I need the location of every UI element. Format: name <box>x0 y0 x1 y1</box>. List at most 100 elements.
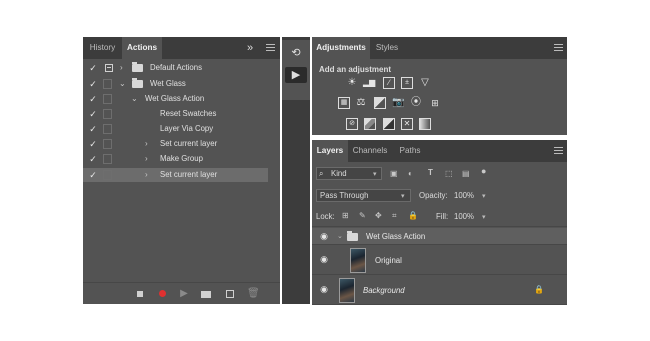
curves-icon[interactable]: ∕ <box>383 77 395 89</box>
layer-row-group[interactable]: ◉ ⌄ Wet Glass Action <box>312 228 567 245</box>
layer-row-background[interactable]: ◉ Background 🔒 <box>312 276 567 305</box>
adjustment-filter-icon[interactable]: ◐ <box>408 169 413 178</box>
check-icon[interactable]: ✓ <box>88 122 98 136</box>
folder-icon <box>132 78 143 88</box>
lock-image-icon[interactable]: ✎ <box>359 211 366 220</box>
type-filter-icon[interactable]: T <box>428 168 433 177</box>
new-action-icon[interactable] <box>224 288 236 300</box>
adjustments-panel: Adjustments Styles Add an adjustment ☀ ▂… <box>312 37 567 135</box>
panel-menu-icon[interactable] <box>266 44 275 51</box>
stop-icon[interactable] <box>136 288 144 300</box>
trash-icon[interactable]: 🗑 <box>247 288 260 300</box>
tab-actions[interactable]: Actions <box>122 37 162 59</box>
check-icon[interactable]: ✓ <box>88 152 98 166</box>
lock-label: Lock: <box>316 212 335 221</box>
check-icon[interactable]: ✓ <box>88 137 98 151</box>
channel-mixer-icon[interactable]: ⦿ <box>410 97 422 109</box>
exposure-icon[interactable]: ± <box>401 77 413 89</box>
chevron-right-icon[interactable]: › <box>120 61 123 75</box>
layer-filter-dropdown[interactable]: ⌕ Kind ▾ <box>316 167 382 180</box>
chevron-right-icon[interactable]: › <box>145 137 148 151</box>
shape-filter-icon[interactable]: ⬚ <box>445 169 453 178</box>
history-panel-icon[interactable]: ⟲ <box>285 45 307 61</box>
brightness-contrast-icon[interactable]: ☀ <box>346 77 358 89</box>
action-label: Wet Glass <box>150 79 186 88</box>
levels-icon[interactable]: ▂▆ <box>363 77 375 89</box>
dialog-toggle-box[interactable] <box>103 154 112 164</box>
tab-styles[interactable]: Styles <box>370 37 404 59</box>
dialog-toggle-box[interactable] <box>103 170 112 180</box>
pixel-filter-icon[interactable]: ▣ <box>390 169 398 178</box>
dialog-toggle-box[interactable] <box>103 79 112 89</box>
vibrance-icon[interactable]: ▽ <box>419 77 431 89</box>
action-row-set-current-layer[interactable]: ✓ › Set current layer <box>83 137 268 151</box>
chevron-right-icon[interactable]: › <box>145 152 148 166</box>
panel-menu-icon[interactable] <box>554 44 563 51</box>
play-icon[interactable]: ▶ <box>179 288 189 300</box>
black-white-icon[interactable] <box>374 97 386 109</box>
hue-saturation-icon[interactable]: ▦ <box>338 97 350 109</box>
record-icon[interactable] <box>157 288 167 300</box>
action-row-layer-via-copy[interactable]: ✓ Layer Via Copy <box>83 122 268 136</box>
check-icon[interactable]: ✓ <box>88 92 98 106</box>
opacity-chevron-icon[interactable]: ▾ <box>482 192 486 200</box>
action-row-reset-swatches[interactable]: ✓ Reset Swatches <box>83 107 268 121</box>
dialog-toggle-icon[interactable] <box>105 64 113 72</box>
chevron-right-icon[interactable]: › <box>145 168 148 182</box>
opacity-value[interactable]: 100% <box>454 189 474 202</box>
smart-object-filter-icon[interactable]: ▤ <box>462 169 470 178</box>
action-row-make-group[interactable]: ✓ › Make Group <box>83 152 268 166</box>
posterize-icon[interactable] <box>364 118 376 130</box>
tab-layers[interactable]: Layers <box>312 140 348 162</box>
fill-value[interactable]: 100% <box>454 210 474 223</box>
lock-all-icon[interactable]: 🔒 <box>408 211 418 220</box>
layer-name: Background <box>363 286 405 295</box>
layer-row-original[interactable]: ◉ Original <box>312 246 567 275</box>
layer-thumbnail <box>350 248 366 273</box>
new-set-icon[interactable] <box>200 288 212 300</box>
selective-color-icon[interactable]: ✕ <box>401 118 413 130</box>
panel-menu-icon[interactable] <box>554 147 563 154</box>
chevron-down-icon: ▾ <box>373 171 377 178</box>
visibility-eye-icon[interactable]: ◉ <box>319 254 329 264</box>
lock-position-icon[interactable]: ✥ <box>375 211 382 220</box>
tab-history[interactable]: History <box>83 37 122 59</box>
check-icon[interactable]: ✓ <box>88 61 98 75</box>
check-icon[interactable]: ✓ <box>88 168 98 182</box>
check-icon[interactable]: ✓ <box>88 77 98 91</box>
tab-channels[interactable]: Channels <box>348 140 392 162</box>
visibility-eye-icon[interactable]: ◉ <box>319 284 329 294</box>
filter-toggle-icon[interactable]: ● <box>481 166 486 176</box>
dialog-toggle-box[interactable] <box>103 124 112 134</box>
color-lookup-icon[interactable]: ⊞ <box>429 97 441 109</box>
blend-mode-dropdown[interactable]: Pass Through ▾ <box>316 189 411 202</box>
tab-adjustments[interactable]: Adjustments <box>312 37 370 59</box>
photo-filter-icon[interactable]: 📷 <box>392 97 404 109</box>
visibility-eye-icon[interactable]: ◉ <box>319 231 329 241</box>
action-label: Make Group <box>160 154 203 163</box>
dialog-toggle-box[interactable] <box>103 94 112 104</box>
tab-paths[interactable]: Paths <box>392 140 428 162</box>
action-row-set-current-layer-selected[interactable]: ✓ › Set current layer <box>83 168 268 182</box>
dialog-toggle-box[interactable] <box>103 109 112 119</box>
dialog-toggle-box[interactable] <box>103 139 112 149</box>
chevron-down-icon[interactable]: ⌄ <box>119 77 126 91</box>
threshold-icon[interactable] <box>383 118 395 130</box>
lock-artboard-icon[interactable]: ⌗ <box>392 211 397 221</box>
layer-filter-value: Kind <box>331 169 347 178</box>
invert-icon[interactable]: ⊘ <box>346 118 358 130</box>
adjustments-heading: Add an adjustment <box>319 65 392 74</box>
check-icon[interactable]: ✓ <box>88 107 98 121</box>
action-row-default-actions[interactable]: ✓ › Default Actions <box>83 61 268 75</box>
color-balance-icon[interactable]: ⚖ <box>355 97 367 109</box>
lock-transparent-icon[interactable]: ⊞ <box>342 211 349 220</box>
gradient-map-icon[interactable] <box>419 118 431 130</box>
action-row-wet-glass[interactable]: ✓ ⌄ Wet Glass <box>83 77 268 91</box>
chevron-down-icon[interactable]: ⌄ <box>337 232 343 240</box>
actions-panel-icon[interactable]: ▶ <box>285 67 307 83</box>
chevron-down-icon[interactable]: ⌄ <box>131 92 138 106</box>
action-row-wet-glass-action[interactable]: ✓ ⌄ Wet Glass Action <box>83 92 268 106</box>
fill-chevron-icon[interactable]: ▾ <box>482 213 486 221</box>
collapse-panel-button[interactable]: » <box>243 37 257 59</box>
layer-thumbnail <box>339 278 355 303</box>
